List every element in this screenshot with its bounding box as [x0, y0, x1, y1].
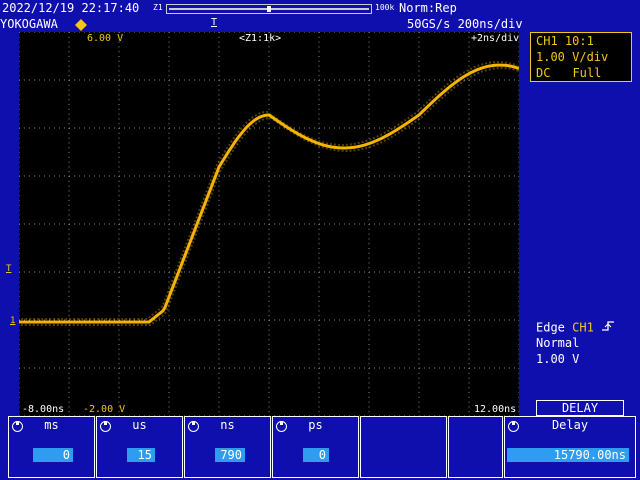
delay-label: Delay	[551, 418, 589, 432]
zoom-div-label: +2ns/div	[471, 33, 520, 44]
us-softkey[interactable]: us 15	[96, 416, 183, 478]
time-left-label: -8.00ns	[22, 404, 65, 415]
ns-label: ns	[220, 418, 235, 432]
ps-value[interactable]: 0	[303, 448, 329, 462]
ps-softkey[interactable]: ps 0	[272, 416, 359, 478]
waveform-trace	[19, 63, 519, 324]
ch1-probe: CH1 10:1	[536, 34, 594, 48]
sample-rate: 50GS/s 200ns/div	[407, 17, 523, 31]
zoom-label: <Z1:1k>	[239, 33, 282, 44]
delay-value[interactable]: 15790.00ns	[507, 448, 629, 462]
ms-softkey[interactable]: ms 0	[8, 416, 95, 478]
empty-softkey-2[interactable]	[448, 416, 503, 478]
brand-logo: YOKOGAWA	[0, 17, 58, 31]
waveform-screen[interactable]: 6.00 V <Z1:1k> +2ns/div -2.00 V -8.00ns …	[19, 32, 519, 416]
ch1-coupling: DC	[536, 66, 551, 80]
zoom-left-label: Z1	[153, 3, 163, 12]
us-value[interactable]: 15	[127, 448, 155, 462]
waveform-trace	[20, 67, 519, 326]
ch1-vdiv: 1.00 V/div	[536, 50, 609, 64]
trigger-type-row: Edge CH1	[536, 320, 615, 336]
trigger-mode: Normal	[536, 336, 580, 350]
acquisition-mode: Norm:Rep	[399, 1, 457, 15]
vertical-bottom-label: -2.00 V	[83, 404, 126, 415]
datetime: 2022/12/19 22:17:40	[2, 1, 140, 15]
ps-label: ps	[308, 418, 323, 432]
trigger-position-marker: T	[211, 17, 218, 28]
ch1-waveform	[19, 61, 519, 326]
rising-edge-icon	[601, 320, 615, 336]
ms-label: ms	[44, 418, 59, 432]
ms-value[interactable]: 0	[33, 448, 73, 462]
ns-value[interactable]: 790	[215, 448, 245, 462]
ch1-coupling-row: DC Full	[531, 65, 631, 81]
trigger-level: 1.00 V	[536, 352, 580, 366]
diamond-icon	[74, 17, 88, 31]
us-label: us	[132, 418, 147, 432]
trigger-level-marker: T	[6, 264, 12, 274]
delay-title: DELAY	[536, 400, 624, 416]
waveform-trace	[19, 61, 518, 320]
ground-marker: 1	[10, 316, 16, 326]
empty-softkey-1[interactable]	[360, 416, 447, 478]
ch1-bandwidth: Full	[572, 66, 602, 80]
trigger-type: Edge	[536, 320, 565, 335]
time-right-label: 12.00ns	[474, 404, 517, 415]
zoom-position-bar[interactable]	[166, 4, 372, 14]
vertical-top-label: 6.00 V	[87, 33, 124, 44]
ns-softkey[interactable]: ns 790	[184, 416, 271, 478]
ch1-settings-box[interactable]: CH1 10:1 1.00 V/div DC Full	[530, 32, 632, 82]
zoom-right-label: 100k	[375, 3, 395, 12]
trigger-source: CH1	[572, 320, 594, 335]
delay-softkey[interactable]: Delay 15790.00ns	[504, 416, 636, 478]
